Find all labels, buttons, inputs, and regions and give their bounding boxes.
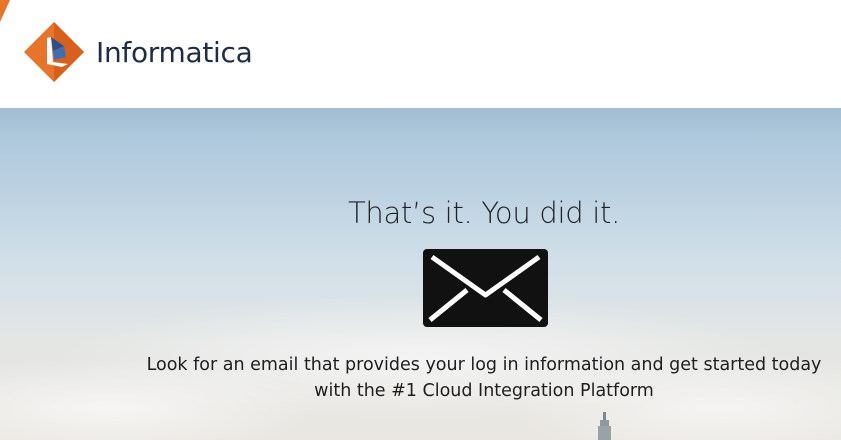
message-line-2: with the #1 Cloud Integration Platform — [314, 381, 654, 401]
site-header: Informatica — [0, 0, 841, 108]
message-line-1: Look for an email that provides your log… — [146, 355, 822, 375]
brand-name: Informatica — [96, 35, 253, 69]
confirmation-title: That’s it. You did it. — [348, 196, 620, 230]
city-tower-graphic — [598, 412, 611, 440]
informatica-logo-icon — [24, 22, 84, 82]
hero-section: That’s it. You did it. Look for an email… — [0, 108, 841, 440]
confirmation-message: Look for an email that provides your log… — [100, 352, 841, 404]
hero-haze — [0, 108, 841, 138]
envelope-icon — [423, 249, 548, 327]
corner-accent — [0, 0, 10, 22]
brand-logo[interactable]: Informatica — [22, 20, 253, 84]
